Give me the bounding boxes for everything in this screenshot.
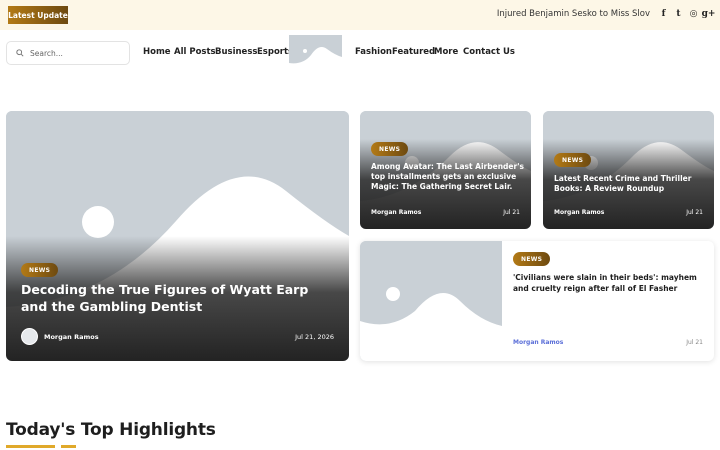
hero-author-avatar[interactable] — [21, 328, 38, 345]
card3-author[interactable]: Morgan Ramos — [513, 339, 563, 346]
nav-business[interactable]: Business — [215, 47, 257, 57]
hero-title[interactable]: Decoding the True Figures of Wyatt Earp … — [21, 282, 321, 316]
card1-author[interactable]: Morgan Ramos — [371, 209, 421, 216]
post-card-el-fasher[interactable]: NEWS 'Civilians were slain in their beds… — [360, 241, 714, 361]
latest-update-button[interactable]: Latest Update — [8, 6, 68, 24]
card3-date: Jul 21 — [686, 339, 703, 346]
search-box[interactable] — [6, 41, 130, 65]
google-plus-icon[interactable]: g+ — [702, 8, 716, 20]
hero-author[interactable]: Morgan Ramos — [44, 333, 99, 341]
top-bar: Latest Update Injured Benjamin Sesko to … — [0, 0, 720, 30]
news-ticker[interactable]: Injured Benjamin Sesko to Miss Slov — [490, 9, 650, 19]
nav-home[interactable]: Home — [143, 47, 171, 57]
facebook-icon[interactable]: f — [659, 8, 668, 20]
instagram-icon[interactable]: ◎ — [689, 8, 698, 20]
nav-featured[interactable]: Featured — [392, 47, 435, 57]
card2-date: Jul 21 — [686, 209, 703, 216]
social-links: f t ◎ g+ — [659, 8, 716, 20]
card3-category-badge[interactable]: NEWS — [513, 252, 551, 266]
card3-placeholder-image — [360, 241, 502, 361]
card2-author[interactable]: Morgan Ramos — [554, 209, 604, 216]
hero-date: Jul 21, 2026 — [295, 333, 334, 341]
site-logo[interactable] — [289, 35, 342, 70]
hero-category-badge[interactable]: NEWS — [21, 263, 59, 277]
card1-title[interactable]: Among Avatar: The Last Airbender's top i… — [371, 162, 526, 192]
nav-esports[interactable]: Esports — [257, 47, 293, 57]
nav-contact-us[interactable]: Contact Us — [463, 47, 515, 57]
card3-title[interactable]: 'Civilians were slain in their beds': ma… — [513, 273, 703, 295]
hero-card[interactable]: NEWS Decoding the True Figures of Wyatt … — [6, 111, 349, 361]
search-icon — [16, 49, 24, 57]
card2-category-badge[interactable]: NEWS — [554, 153, 592, 167]
logo-placeholder-image — [289, 35, 342, 70]
section-underline-short — [61, 445, 76, 448]
search-input[interactable] — [30, 48, 120, 58]
post-card-crime-books[interactable]: NEWS Latest Recent Crime and Thriller Bo… — [543, 111, 714, 229]
section-title-highlights: Today's Top Highlights — [6, 420, 216, 440]
nav-all-posts[interactable]: All Posts — [174, 47, 216, 57]
card1-date: Jul 21 — [503, 209, 520, 216]
card1-category-badge[interactable]: NEWS — [371, 142, 409, 156]
twitter-icon[interactable]: t — [674, 8, 683, 20]
card2-title[interactable]: Latest Recent Crime and Thriller Books: … — [554, 174, 709, 194]
nav-more[interactable]: More — [434, 47, 458, 57]
post-card-avatar[interactable]: NEWS Among Avatar: The Last Airbender's … — [360, 111, 531, 229]
card3-image[interactable] — [360, 241, 502, 361]
section-underline-long — [6, 445, 55, 448]
nav-fashion[interactable]: Fashion — [355, 47, 392, 57]
